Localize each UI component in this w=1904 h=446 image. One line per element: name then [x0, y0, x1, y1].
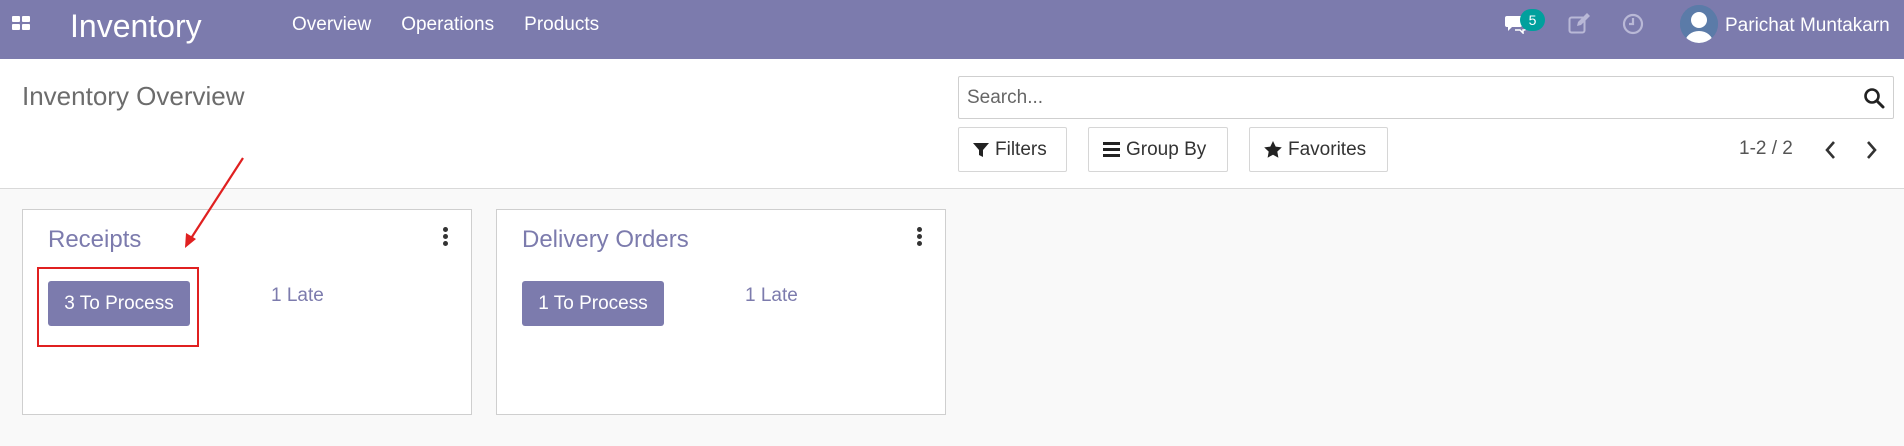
messages-count-badge: 5	[1520, 9, 1545, 31]
pager-value[interactable]: 1-2 / 2	[1739, 138, 1793, 160]
receipts-late-link[interactable]: 1 Late	[271, 285, 324, 307]
app-title: Inventory	[70, 8, 202, 44]
apps-menu-icon[interactable]	[12, 16, 32, 32]
menu-item-products[interactable]: Products	[509, 14, 614, 36]
user-avatar[interactable]	[1680, 5, 1718, 43]
page-title: Inventory Overview	[22, 81, 245, 111]
chevron-left-icon[interactable]	[1820, 139, 1842, 161]
card-title-delivery-orders[interactable]: Delivery Orders	[522, 226, 689, 254]
delivery-late-link[interactable]: 1 Late	[745, 285, 798, 307]
edit-icon[interactable]	[1568, 13, 1591, 35]
annotation-highlight-box	[37, 267, 199, 347]
card-title-receipts[interactable]: Receipts	[48, 226, 141, 254]
delivery-orders-card: Delivery Orders 1 To Process 1 Late	[496, 209, 946, 415]
group-by-label: Group By	[1126, 138, 1207, 160]
user-name[interactable]: Parichat Muntakarn	[1725, 15, 1890, 37]
group-by-button[interactable]: Group By	[1088, 127, 1228, 172]
card-menu-icon[interactable]	[441, 227, 449, 247]
menu-item-operations[interactable]: Operations	[386, 14, 509, 36]
filters-label: Filters	[995, 138, 1047, 160]
search-box	[958, 76, 1894, 119]
delivery-to-process-button[interactable]: 1 To Process	[522, 281, 664, 326]
control-panel: Inventory Overview Filters Group By Favo…	[0, 59, 1904, 189]
clock-icon[interactable]	[1622, 13, 1644, 35]
annotation-arrow	[185, 157, 244, 248]
list-icon	[1103, 142, 1120, 157]
filter-icon	[973, 142, 989, 157]
chevron-right-icon[interactable]	[1860, 139, 1882, 161]
favorites-label: Favorites	[1288, 138, 1367, 160]
menu-item-overview[interactable]: Overview	[292, 14, 386, 36]
star-icon	[1264, 141, 1282, 158]
filters-button[interactable]: Filters	[958, 127, 1067, 172]
search-icon[interactable]	[1863, 87, 1885, 109]
search-input[interactable]	[967, 77, 1847, 118]
main-menu: Overview Operations Products	[292, 14, 614, 36]
card-menu-icon[interactable]	[915, 227, 923, 247]
top-navbar: Inventory Overview Operations Products 5…	[0, 0, 1904, 59]
favorites-button[interactable]: Favorites	[1249, 127, 1388, 172]
